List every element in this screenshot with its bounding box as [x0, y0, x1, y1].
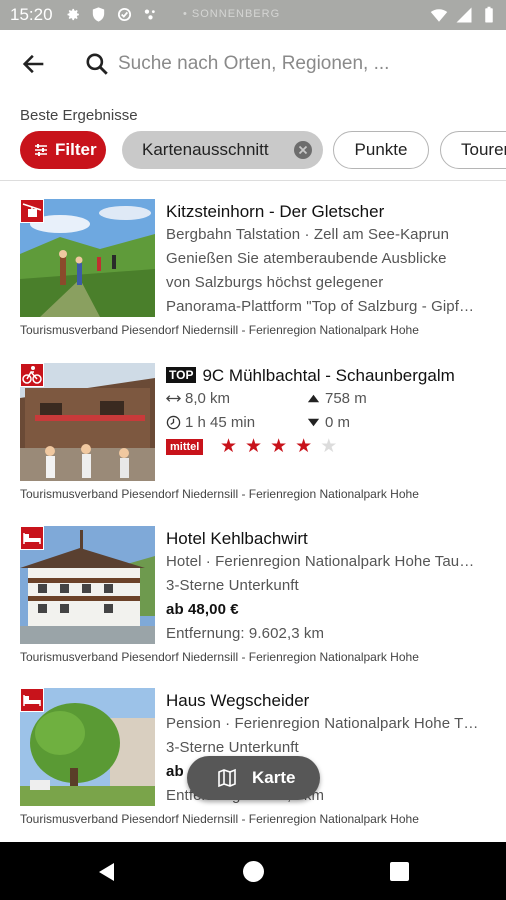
result-description-line: Panorama-Plattform "Top of Salzburg - Gi… — [166, 298, 475, 315]
result-thumbnail — [20, 363, 155, 481]
result-stars-text: 3-Sterne Unterkunft — [166, 739, 299, 756]
result-title: Kitzsteinhorn - Der Gletscher — [166, 202, 385, 221]
top-badge: TOP — [166, 367, 197, 383]
result-source: Tourismusverband Piesendorf Niedernsill … — [20, 650, 419, 664]
nav-home-icon[interactable] — [243, 861, 264, 882]
gear-icon — [67, 8, 79, 21]
dots-icon — [144, 9, 155, 20]
back-arrow-icon[interactable] — [20, 50, 48, 78]
bike-icon — [20, 363, 44, 387]
difficulty-badge: mittel — [166, 439, 204, 455]
descent-icon — [307, 418, 320, 427]
ascent-icon — [307, 394, 320, 403]
result-stars-text: 3-Sterne Unterkunft — [166, 577, 299, 594]
filter-chip-label: Filter — [55, 140, 97, 159]
sliders-icon — [35, 144, 47, 156]
star-empty-icon: ★ — [320, 436, 346, 457]
bed-icon — [20, 688, 44, 712]
clock-icon — [166, 415, 181, 430]
result-thumbnail — [20, 526, 155, 644]
star-icon: ★ — [245, 436, 271, 457]
map-button-label: Karte — [252, 768, 296, 787]
stat-duration-value: 1 h 45 min — [185, 414, 256, 431]
rating-stars: ★★★★★ — [220, 435, 345, 458]
result-card[interactable]: TOP 9C Mühlbachtal - Schaunbergalm 8,0 km… — [0, 363, 506, 523]
header-divider — [0, 180, 506, 181]
result-source: Tourismusverband Piesendorf Niedernsill … — [20, 487, 419, 501]
filter-chips: Filter Kartenausschnitt Punkte Touren — [20, 131, 506, 169]
shield-icon — [92, 7, 105, 22]
map-button[interactable]: Karte — [187, 756, 320, 800]
result-price: ab 48,00 € — [166, 601, 239, 618]
wifi-icon — [430, 9, 448, 22]
bed-icon — [20, 526, 44, 550]
result-description-line: Genießen Sie atemberaubende Ausblicke — [166, 250, 447, 267]
battery-icon — [485, 6, 493, 23]
result-source: Tourismusverband Piesendorf Niedernsill … — [20, 323, 419, 337]
stat-ascent-value: 758 m — [325, 390, 367, 407]
search-icon — [86, 53, 108, 75]
result-subtitle: Bergbahn Talstation · Zell am See-Kaprun — [166, 226, 450, 243]
points-chip[interactable]: Punkte — [333, 131, 429, 169]
result-subtitle: Hotel · Ferienregion Nationalpark Hohe T… — [166, 553, 475, 570]
result-title: Haus Wegscheider — [166, 691, 310, 710]
nav-back-icon[interactable] — [95, 861, 117, 883]
result-card[interactable]: Kitzsteinhorn - Der Gletscher Bergbahn T… — [0, 199, 506, 359]
result-thumbnail — [20, 688, 155, 806]
stat-duration: 1 h 45 min — [166, 414, 255, 431]
map-section-chip-label: Kartenausschnitt — [142, 140, 269, 159]
map-icon — [218, 768, 236, 788]
filter-chip[interactable]: Filter — [20, 131, 106, 169]
stat-ascent: 758 m — [306, 390, 367, 407]
stat-descent: 0 m — [306, 414, 350, 431]
result-title: Hotel Kehlbachwirt — [166, 529, 308, 548]
status-time: 15:20 — [10, 5, 53, 24]
result-source: Tourismusverband Piesendorf Niedernsill … — [20, 812, 419, 826]
sync-icon — [117, 7, 132, 22]
star-icon: ★ — [220, 436, 246, 457]
star-icon: ★ — [270, 436, 296, 457]
stat-descent-value: 0 m — [325, 414, 351, 431]
distance-arrow-icon — [166, 395, 181, 402]
result-thumbnail — [20, 199, 155, 317]
system-nav-bar — [0, 842, 506, 900]
result-subtitle: Pension · Ferienregion Nationalpark Hohe… — [166, 715, 479, 732]
signal-icon — [456, 7, 472, 23]
result-title-text: 9C Mühlbachtal - Schaunbergalm — [202, 366, 455, 385]
search-header — [0, 30, 506, 98]
result-card[interactable]: Hotel Kehlbachwirt Hotel · Ferienregion … — [0, 526, 506, 686]
stat-distance: 8,0 km — [166, 390, 230, 407]
status-ghost-text: • SONNENBERG — [183, 8, 281, 20]
section-label: Beste Ergebnisse — [20, 107, 138, 124]
result-title: TOP 9C Mühlbachtal - Schaunbergalm — [166, 366, 455, 386]
status-bar: 15:20 • SONNENBERG — [0, 0, 506, 30]
search-input[interactable] — [118, 48, 488, 80]
map-section-chip[interactable]: Kartenausschnitt — [122, 131, 323, 169]
nav-recents-icon[interactable] — [390, 862, 409, 881]
clear-chip-icon[interactable] — [294, 141, 312, 159]
cable-car-icon — [20, 199, 44, 223]
stat-distance-value: 8,0 km — [185, 390, 231, 407]
result-description-line: von Salzburgs höchst gelegener — [166, 274, 384, 291]
result-distance: Entfernung: 9.602,3 km — [166, 625, 325, 642]
star-icon: ★ — [295, 436, 321, 457]
tours-chip[interactable]: Touren — [440, 131, 506, 169]
